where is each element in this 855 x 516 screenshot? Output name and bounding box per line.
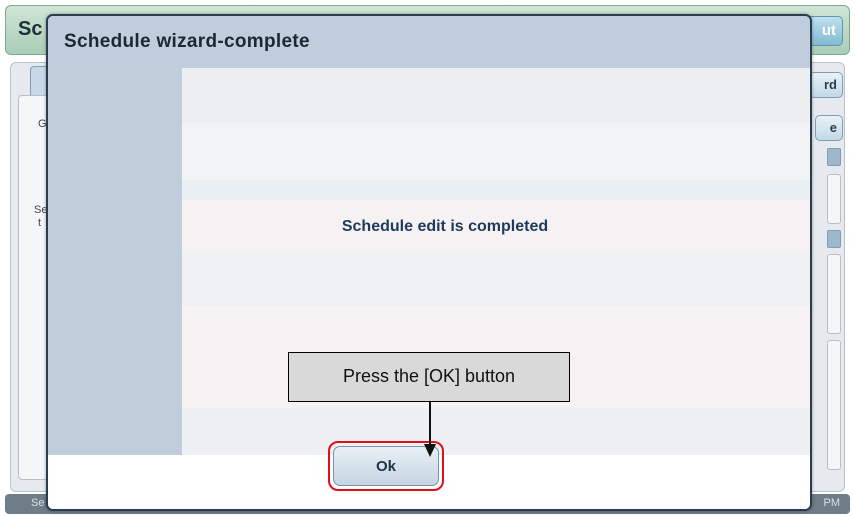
dialog-header: Schedule wizard-complete — [48, 16, 810, 68]
status-time: PM — [823, 497, 841, 509]
app-right-box — [827, 340, 841, 470]
app-title: Sc — [18, 18, 43, 40]
app-right-box — [827, 254, 841, 334]
schedule-wizard-button[interactable]: rd — [809, 72, 843, 98]
status-left-text: Se — [31, 497, 45, 509]
app-right-strip — [827, 230, 841, 248]
app-side-button[interactable]: e — [815, 115, 843, 141]
app-right-strip — [827, 148, 841, 166]
completion-message: Schedule edit is completed — [341, 218, 549, 235]
dialog-title: Schedule wizard-complete — [64, 31, 310, 52]
app-right-box — [827, 174, 841, 224]
instruction-callout: Press the [OK] button — [288, 352, 570, 402]
dialog-sidebar — [48, 68, 182, 455]
arrow-down-icon — [424, 402, 436, 457]
